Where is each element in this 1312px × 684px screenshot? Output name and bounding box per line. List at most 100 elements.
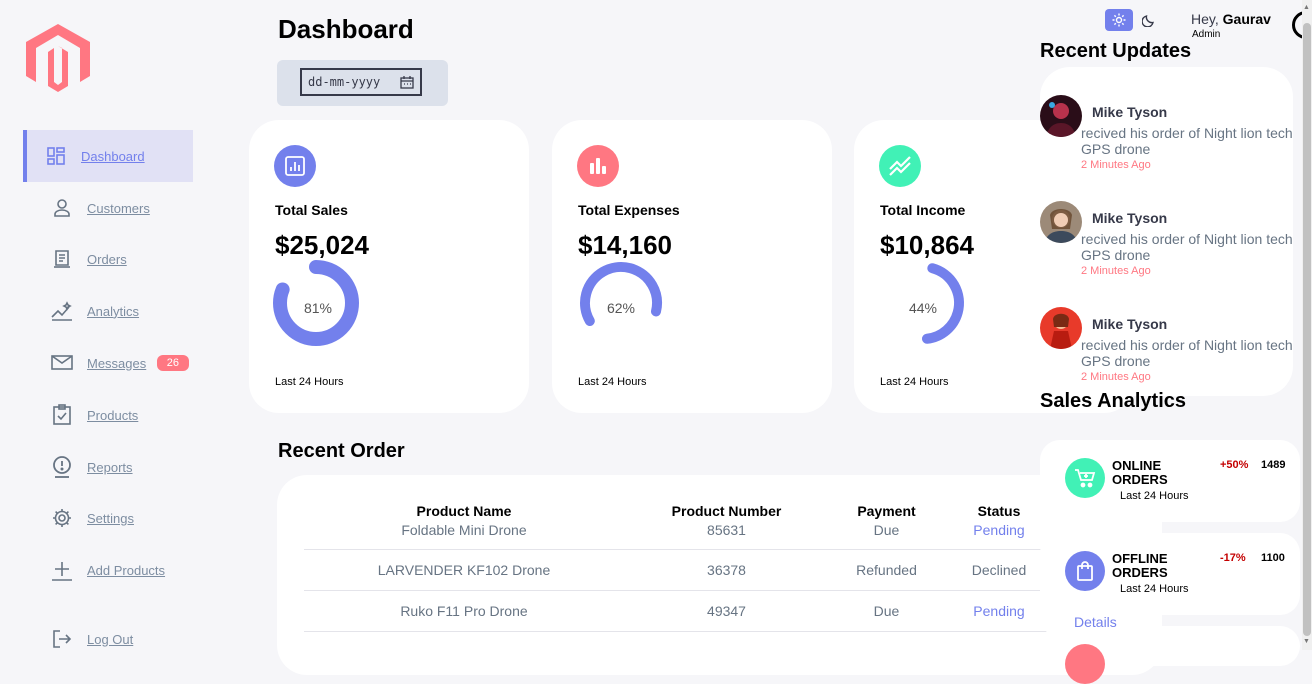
table-row[interactable]: Ruko F11 Pro Drone 49347 Due Pending <box>304 590 1054 632</box>
magento-logo <box>26 24 90 92</box>
card-footer: Last 24 Hours <box>275 376 344 388</box>
analytics-value: 1489 <box>1261 459 1286 471</box>
analytics-value: 1100 <box>1261 552 1285 564</box>
sales-analytics-title: Sales Analytics <box>1040 390 1187 412</box>
online-orders-card: ONLINE ORDERS Last 24 Hours +50% 1489 <box>1040 440 1300 522</box>
sidebar-item-label: Reports <box>87 459 133 475</box>
bar-chart-icon <box>274 145 316 187</box>
sun-icon[interactable] <box>1105 9 1133 31</box>
offline-orders-card: OFFLINE ORDERS Last 24 Hours -17% 1100 <box>1040 533 1300 615</box>
sidebar-item-reports[interactable]: Reports <box>23 441 189 493</box>
calendar-icon[interactable] <box>400 76 414 89</box>
card-percent: 81% <box>303 300 333 316</box>
product-number: 49347 <box>624 590 829 632</box>
sidebar-item-dashboard[interactable]: Dashboard <box>23 130 193 182</box>
column-header: Product Name <box>416 503 512 519</box>
update-message: recived his order of Night lion tech GPS… <box>1081 125 1293 157</box>
mail-icon <box>51 352 73 374</box>
payment-status: Refunded <box>829 549 944 591</box>
card-label: Total Sales <box>275 202 348 218</box>
sidebar-item-label: Orders <box>87 251 127 267</box>
analytics-sub: Last 24 Hours <box>1120 490 1189 502</box>
sidebar-item-label: Dashboard <box>81 148 145 164</box>
shopping-bag-icon <box>1065 551 1105 591</box>
card-label: Total Income <box>880 202 966 218</box>
product-name: Foldable Mini Drone <box>304 521 624 550</box>
greeting: Hey, Gaurav <box>1191 11 1271 27</box>
column-header: Product Number <box>671 503 782 519</box>
user-name: Gaurav <box>1222 11 1271 27</box>
details-link[interactable]: Details <box>1074 614 1117 630</box>
logout-icon <box>51 628 73 650</box>
gear-icon <box>51 507 73 529</box>
card-amount: $14,160 <box>578 230 672 260</box>
analytics-card-partial <box>1040 626 1300 684</box>
date-picker-container: dd-mm-yyyy <box>277 60 448 106</box>
message-count-badge: 26 <box>156 355 189 371</box>
update-message: recived his order of Night lion tech GPS… <box>1081 337 1293 369</box>
sidebar-item-analytics[interactable]: Analytics <box>23 285 189 337</box>
scroll-down-arrow-icon[interactable]: ▼ <box>1303 638 1310 645</box>
analytics-title: OFFLINE ORDERS <box>1112 551 1168 580</box>
update-name: Mike Tyson <box>1092 210 1168 226</box>
sidebar-item-products[interactable]: Products <box>23 389 189 441</box>
scroll-up-arrow-icon[interactable]: ▲ <box>1303 4 1310 11</box>
analytics-title: ONLINE ORDERS <box>1112 458 1168 487</box>
user-role: Admin <box>1192 29 1221 40</box>
product-name: Ruko F11 Pro Drone <box>304 590 624 632</box>
sidebar-item-label: Customers <box>87 200 150 216</box>
card-amount: $25,024 <box>275 230 369 260</box>
card-percent: 44% <box>908 300 938 316</box>
product-number: 36378 <box>624 549 829 591</box>
table-row[interactable]: Foldable Mini Drone 85631 Due Pending <box>304 521 1054 550</box>
sidebar-item-logout[interactable]: Log Out <box>23 613 189 665</box>
update-item: Mike Tyson recived his order of Night li… <box>1040 95 1300 185</box>
order-status: Pending <box>944 521 1054 550</box>
theme-toggle[interactable] <box>1105 9 1161 31</box>
order-status: Declined <box>944 549 1054 591</box>
card-label: Total Expenses <box>578 202 680 218</box>
analytics-change: +50% <box>1220 459 1249 471</box>
update-name: Mike Tyson <box>1092 316 1168 332</box>
recent-order-table: Product Name Product Number Payment Stat… <box>304 501 1054 632</box>
person-icon <box>51 197 73 219</box>
card-amount: $10,864 <box>880 230 974 260</box>
order-status: Pending <box>944 590 1054 632</box>
cart-icon <box>1065 458 1105 498</box>
sidebar-item-settings[interactable]: Settings <box>23 492 189 544</box>
recent-order-panel: Product Name Product Number Payment Stat… <box>277 475 1162 675</box>
card-percent: 62% <box>606 300 636 316</box>
table-row[interactable]: LARVENDER KF102 Drone 36378 Refunded Dec… <box>304 549 1054 591</box>
clipboard-check-icon <box>51 404 73 426</box>
card-footer: Last 24 Hours <box>880 376 949 388</box>
column-header: Payment <box>857 503 916 519</box>
update-name: Mike Tyson <box>1092 104 1168 120</box>
payment-status: Due <box>829 590 944 632</box>
moon-icon[interactable] <box>1137 9 1161 31</box>
avatar <box>1040 201 1082 243</box>
date-input[interactable]: dd-mm-yyyy <box>300 68 422 96</box>
analytics-sub: Last 24 Hours <box>1120 583 1189 595</box>
total-expenses-card: Total Expenses $14,160 62% Last 24 Hours <box>552 120 832 413</box>
column-header: Status <box>977 503 1021 519</box>
analytics-icon <box>1065 644 1105 684</box>
trending-up-icon <box>879 145 921 187</box>
update-time: 2 Minutes Ago <box>1081 371 1151 383</box>
update-item: Mike Tyson recived his order of Night li… <box>1040 307 1300 397</box>
page-title: Dashboard <box>278 14 414 44</box>
scrollbar-thumb[interactable] <box>1303 23 1311 636</box>
sidebar-item-add-products[interactable]: Add Products <box>23 544 189 596</box>
plus-icon <box>51 559 73 581</box>
sidebar-item-orders[interactable]: Orders <box>23 233 189 285</box>
sidebar-item-label: Analytics <box>87 303 140 319</box>
recent-updates-title: Recent Updates <box>1040 40 1192 62</box>
card-footer: Last 24 Hours <box>578 376 647 388</box>
product-name: LARVENDER KF102 Drone <box>304 549 624 591</box>
sidebar-item-label: Settings <box>87 510 134 526</box>
payment-status: Due <box>829 521 944 550</box>
sidebar-item-customers[interactable]: Customers <box>23 182 189 234</box>
sidebar-item-messages[interactable]: Messages 26 <box>23 337 189 389</box>
avatar <box>1040 307 1082 349</box>
receipt-icon <box>51 248 73 270</box>
update-time: 2 Minutes Ago <box>1081 159 1151 171</box>
